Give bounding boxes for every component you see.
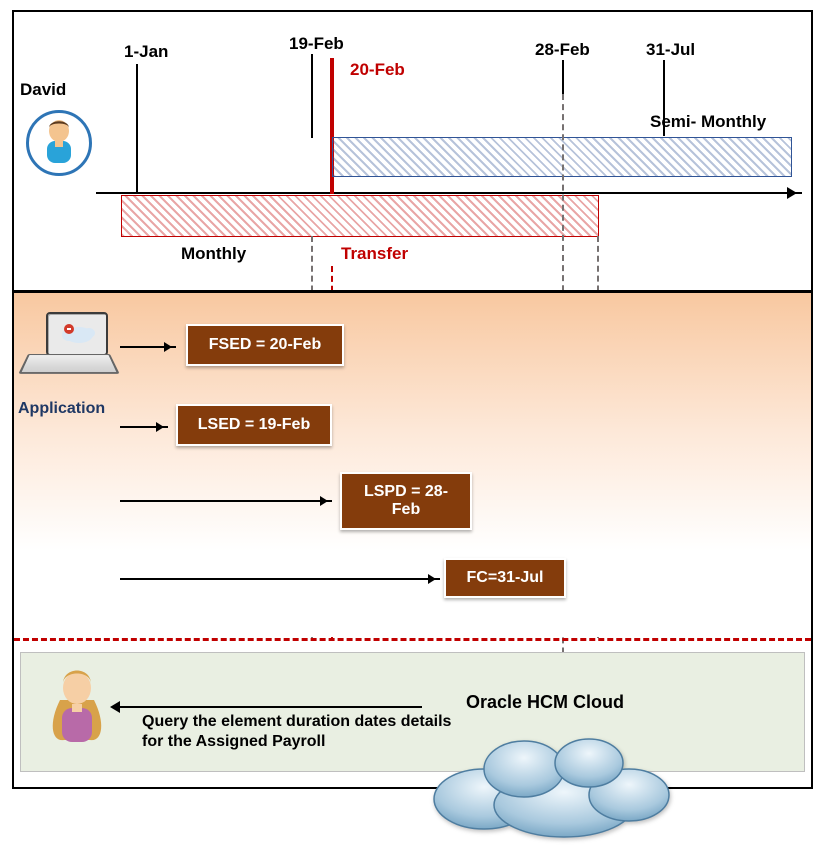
cloud-label: Oracle HCM Cloud	[466, 692, 624, 713]
arrow-cloud-to-user-head	[104, 701, 120, 713]
cloud-icon	[414, 721, 825, 846]
arrow-cloud-to-user-line	[112, 706, 422, 708]
bar-monthly	[121, 195, 599, 237]
tick-feb19	[311, 54, 313, 138]
diagram-border: David 1-Jan 19-Feb 20-Feb 28-Feb 31-Jul …	[12, 10, 813, 789]
box-lsed: LSED = 19-Feb	[176, 404, 332, 446]
tick-label-jul31: 31-Jul	[646, 40, 695, 60]
tick-label-feb20: 20-Feb	[350, 60, 405, 80]
laptop-screen-cloud-icon	[55, 319, 99, 349]
diagram-frame: David 1-Jan 19-Feb 20-Feb 28-Feb 31-Jul …	[0, 0, 825, 799]
mid-section-bg	[14, 293, 811, 637]
box-lspd: LSPD = 28- Feb	[340, 472, 472, 530]
arrow-to-lsed	[120, 426, 168, 428]
transfer-label: Transfer	[341, 244, 408, 264]
tick-label-jan1: 1-Jan	[124, 42, 168, 62]
tick-label-feb19: 19-Feb	[289, 34, 344, 54]
arrow-to-fc	[120, 578, 440, 580]
laptop-icon	[22, 312, 122, 387]
box-fc: FC=31-Jul	[444, 558, 566, 598]
tick-jan1	[136, 64, 138, 192]
divider-red-dashed	[14, 638, 811, 641]
arrow-to-fsed	[120, 346, 176, 348]
person-name-label: David	[20, 80, 66, 100]
box-fsed: FSED = 20-Feb	[186, 324, 344, 366]
user-icon	[42, 662, 112, 757]
tick-feb28	[562, 60, 564, 95]
tick-label-feb28: 28-Feb	[535, 40, 590, 60]
bar-monthly-label: Monthly	[181, 244, 246, 264]
person-icon	[36, 117, 82, 169]
arrow-to-lspd	[120, 500, 332, 502]
avatar	[26, 110, 92, 176]
timeline-axis	[96, 192, 802, 194]
bar-semi-label: Semi- Monthly	[650, 112, 766, 132]
application-label: Application	[18, 400, 105, 418]
